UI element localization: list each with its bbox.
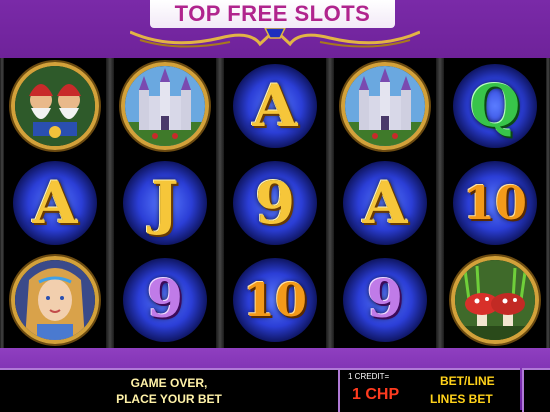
symbol-letter: J — [151, 168, 179, 237]
mushrooms-icon — [451, 255, 539, 344]
status-line-1: GAME OVER, — [130, 376, 208, 390]
reel-divider — [216, 58, 224, 348]
crown-ornament-icon — [130, 27, 420, 48]
gnomes-icon — [11, 62, 99, 151]
castle-icon — [341, 62, 429, 151]
reel-cell: 10 — [447, 155, 543, 251]
credit-value: 1 CHP — [352, 386, 400, 403]
castle-icon — [121, 62, 209, 151]
reel-divider — [0, 58, 4, 348]
reel-1: A — [6, 58, 104, 348]
reel-5: Q 10 — [446, 58, 544, 348]
credit-display: 1 CREDIT= 1 CHP — [340, 368, 420, 412]
reel-cell: J — [117, 155, 213, 251]
symbol-letter: A — [362, 168, 408, 237]
reel-cell: 9 — [227, 155, 323, 251]
symbol-letter: 9 — [146, 268, 184, 330]
credit-label: 1 CREDIT= — [348, 372, 390, 381]
symbol-letter: A — [32, 168, 78, 237]
reel-4: A 9 — [336, 58, 434, 348]
reel-divider — [106, 58, 114, 348]
symbol-letter: 9 — [254, 168, 296, 237]
reel-2: J 9 — [116, 58, 214, 348]
status-line-2: PLACE YOUR BET — [116, 392, 222, 406]
title-banner: TOP FREE SLOTS — [150, 0, 395, 28]
symbol-letter: 10 — [242, 272, 307, 327]
reel-divider — [546, 58, 550, 348]
symbol-letter: Q — [469, 72, 521, 141]
reel-cell: 9 — [117, 252, 213, 348]
reel-divider — [436, 58, 444, 348]
reel-cell — [7, 252, 103, 348]
lines-bet-label[interactable]: LINES BET — [430, 392, 493, 406]
status-message: GAME OVER, PLACE YOUR BET — [0, 368, 340, 412]
side-panel — [522, 368, 550, 412]
symbol-letter: 9 — [366, 268, 404, 330]
reel-cell: A — [337, 155, 433, 251]
reel-cell — [7, 58, 103, 154]
bet-per-line-label[interactable]: BET/LINE — [440, 374, 495, 388]
reel-cell — [447, 252, 543, 348]
reel-cell: 9 — [337, 252, 433, 348]
reel-cell: A — [227, 58, 323, 154]
bet-display[interactable]: BET/LINE LINES BET — [420, 368, 520, 412]
reel-cell: Q — [447, 58, 543, 154]
reel-cell — [117, 58, 213, 154]
symbol-letter: A — [252, 72, 298, 141]
reel-area: A J 9 A 9 10 A 9 Q 10 — [0, 58, 550, 348]
reel-3: A 9 10 — [226, 58, 324, 348]
reel-cell: A — [7, 155, 103, 251]
reel-cell: 10 — [227, 252, 323, 348]
princess-icon — [11, 255, 99, 344]
reel-cell — [337, 58, 433, 154]
symbol-letter: 10 — [462, 175, 527, 230]
reel-divider — [326, 58, 334, 348]
